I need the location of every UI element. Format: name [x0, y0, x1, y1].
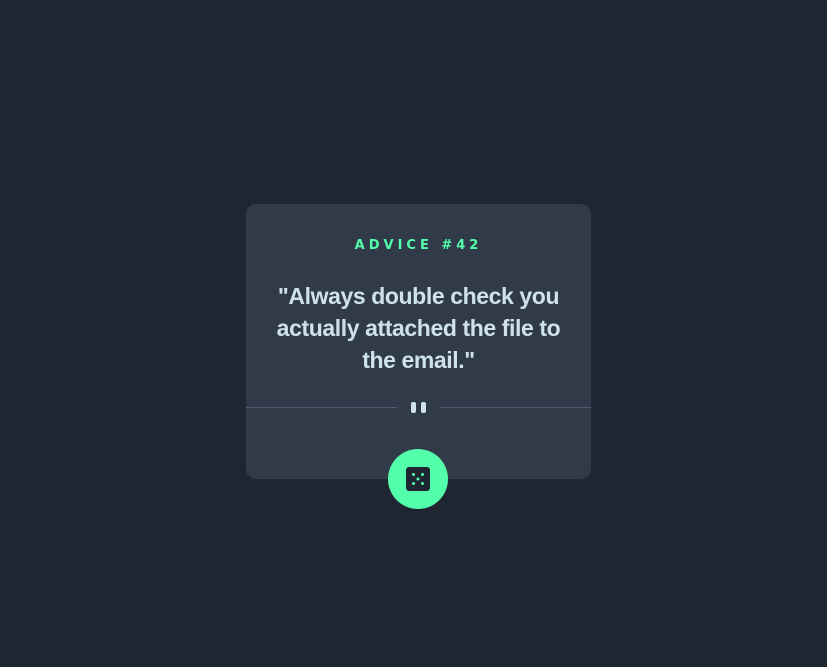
advice-quote: "Always double check you actually attach… — [276, 283, 561, 373]
advice-number: ADVICE #42 — [354, 238, 483, 253]
divider-line-left — [246, 407, 397, 408]
pause-bar-right — [421, 402, 426, 413]
divider — [246, 400, 591, 416]
divider-line-right — [440, 407, 591, 408]
pause-icon — [410, 402, 428, 414]
advice-card: ADVICE #42 "Always double check you actu… — [246, 204, 591, 479]
pause-bar-left — [411, 402, 416, 413]
generate-advice-button[interactable] — [388, 449, 448, 509]
dice-icon — [406, 467, 430, 491]
